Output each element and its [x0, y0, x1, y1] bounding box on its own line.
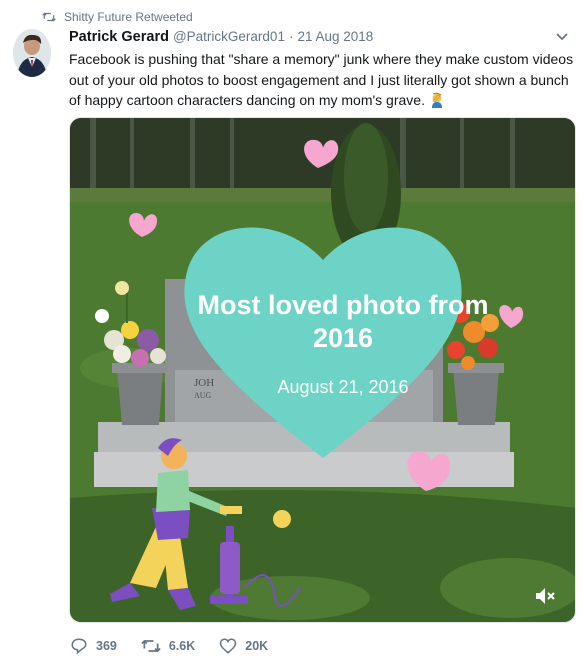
muted-speaker-icon[interactable] [533, 584, 557, 608]
video-frame: JOH AUG [70, 118, 575, 622]
reply-icon [71, 638, 87, 655]
retweet-icon [141, 639, 161, 653]
tweet-text: Facebook is pushing that "share a memory… [69, 49, 579, 111]
avatar[interactable] [13, 29, 51, 77]
like-count: 20K [245, 639, 269, 653]
heart-date: August 21, 2016 [277, 377, 409, 397]
facepalm-emoji-icon [431, 92, 442, 108]
heart-icon [220, 638, 237, 654]
user-handle[interactable]: @PatrickGerard01 [173, 29, 285, 44]
reply-count: 369 [96, 639, 117, 653]
avatar-image [13, 29, 51, 77]
retweet-button[interactable]: 6.6K [141, 638, 195, 654]
retweet-indicator[interactable]: Shitty Future Retweeted [42, 9, 193, 25]
chevron-down-icon[interactable] [555, 32, 569, 42]
tweet-header: Patrick Gerard @PatrickGerard01 · 21 Aug… [69, 29, 373, 45]
heart-title: Most loved photo from 2016 [197, 290, 489, 353]
tweet-actions: 369 6.6K 20K [70, 637, 292, 655]
retweet-label: Shitty Future Retweeted [64, 10, 193, 24]
tweet-body: Facebook is pushing that "share a memory… [69, 51, 574, 108]
like-button[interactable]: 20K [219, 637, 268, 655]
reply-button[interactable]: 369 [70, 637, 117, 655]
media-video[interactable]: JOH AUG Most loved photo from 2016 Augus… [69, 117, 576, 623]
tweet-date[interactable]: 21 Aug 2018 [297, 29, 373, 44]
display-name[interactable]: Patrick Gerard [69, 29, 169, 45]
retweet-count: 6.6K [168, 639, 196, 653]
retweet-icon [42, 12, 56, 22]
separator-dot: · [288, 29, 294, 44]
